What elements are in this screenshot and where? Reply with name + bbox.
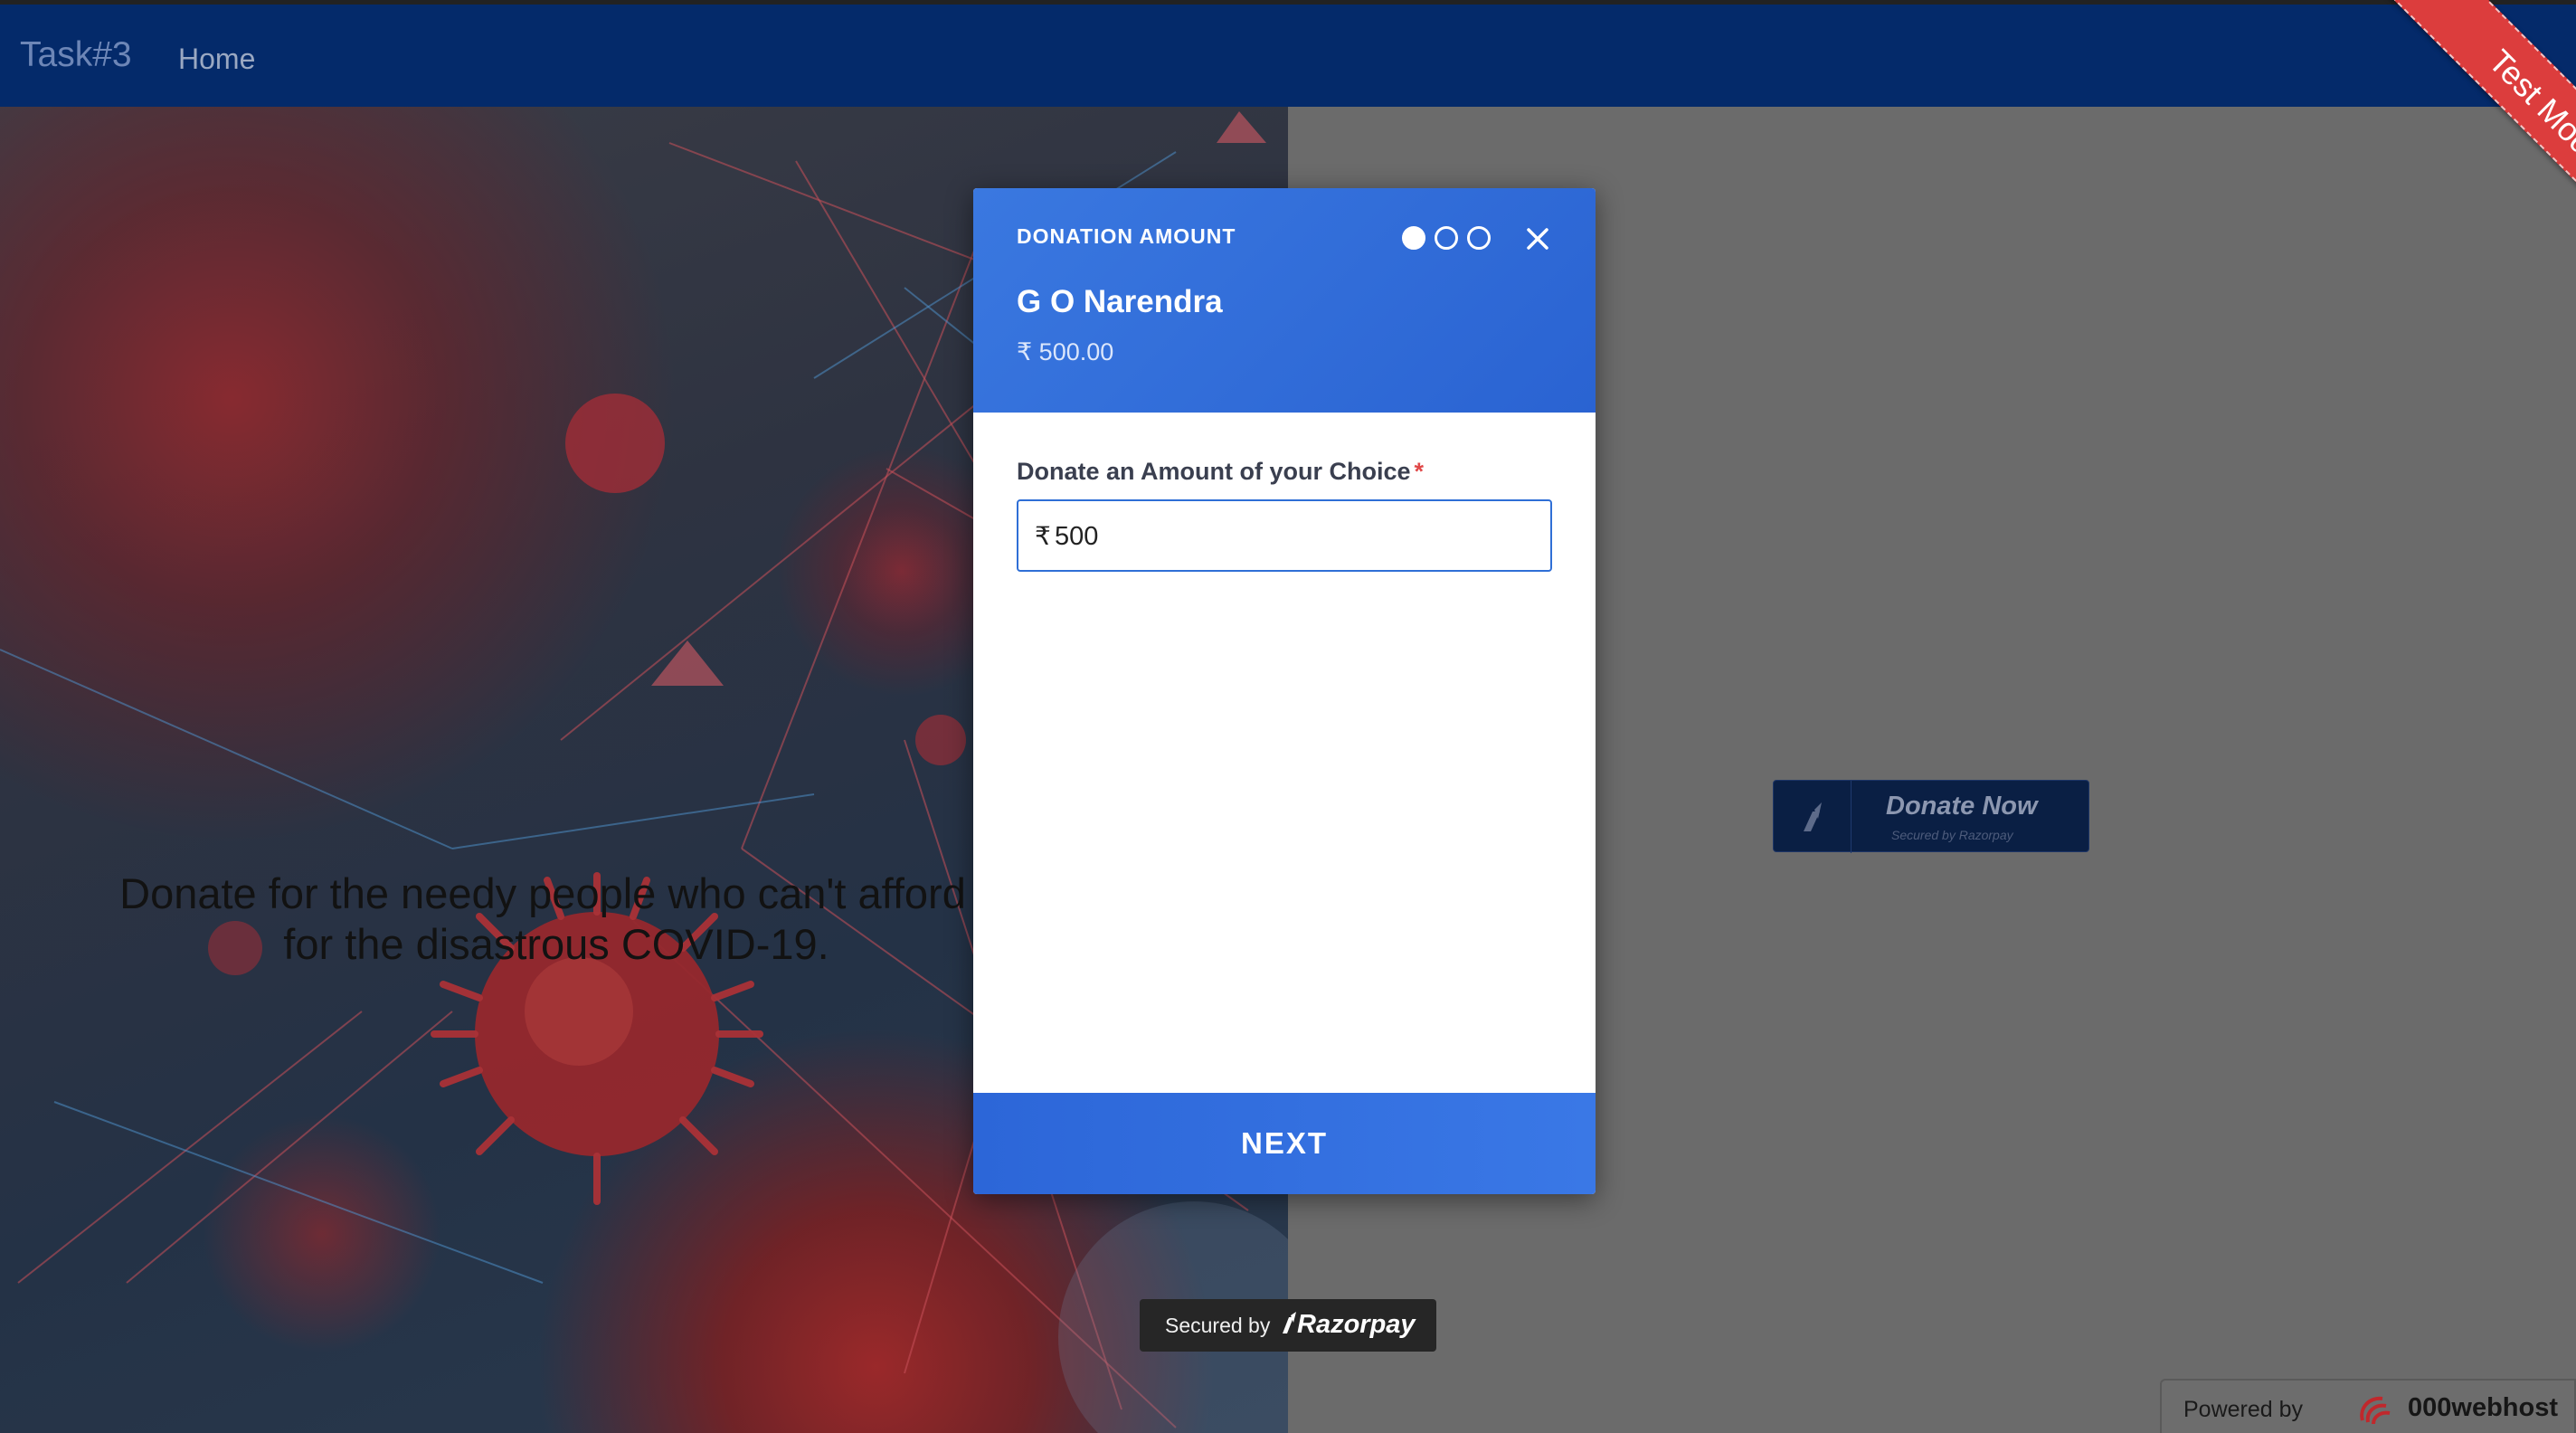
close-icon[interactable] xyxy=(1520,221,1556,257)
brand-logo[interactable]: Task#3 xyxy=(20,35,132,75)
amount-field[interactable]: ₹ xyxy=(1017,499,1552,572)
step-indicator xyxy=(1402,226,1491,250)
step-dot-3 xyxy=(1467,226,1491,250)
amount-input[interactable] xyxy=(1055,514,1525,559)
razorpay-logo: Razorpay xyxy=(1281,1310,1416,1340)
merchant-name: G O Narendra xyxy=(1017,284,1223,319)
powered-by-text: Powered by xyxy=(2183,1397,2304,1422)
secured-by-text: Secured by xyxy=(1165,1314,1271,1337)
hero-heading: Donate for the needy people who can't af… xyxy=(0,868,1085,970)
step-dot-1-active xyxy=(1402,226,1425,250)
donate-now-button[interactable]: Donate Now Secured by Razorpay xyxy=(1773,780,2089,853)
secured-by-badge: Secured by Razorpay xyxy=(1140,1299,1436,1352)
razorpay-brand-text: Razorpay xyxy=(1297,1310,1416,1339)
step-title: DONATION AMOUNT xyxy=(1017,224,1236,248)
amount-field-label: Donate an Amount of your Choice * xyxy=(1017,458,1424,486)
donate-now-label: Donate Now xyxy=(1886,792,2038,821)
required-mark: * xyxy=(1414,458,1425,485)
donate-now-sublabel: Secured by Razorpay xyxy=(1891,828,2013,842)
test-mode-ribbon: Test Mode xyxy=(2384,0,2576,262)
webhost-logo-icon xyxy=(2360,1396,2391,1425)
modal-header: DONATION AMOUNT G O Narendra ₹ 500.00 xyxy=(973,188,1596,413)
razorpay-icon xyxy=(1774,781,1852,853)
razorpay-mark-icon xyxy=(1283,1312,1296,1333)
rupee-icon: ₹ xyxy=(1035,522,1051,550)
next-button[interactable]: NEXT xyxy=(973,1093,1596,1194)
powered-by-badge[interactable]: Powered by 000webhost xyxy=(2160,1379,2576,1433)
hero-heading-line2: for the disastrous COVID-19. xyxy=(283,920,829,968)
powered-by-brand: 000webhost xyxy=(2408,1393,2558,1422)
amount-display: ₹ 500.00 xyxy=(1017,338,1114,365)
nav-link-home[interactable]: Home xyxy=(178,43,255,76)
test-mode-ribbon-container: Test Mode xyxy=(2314,0,2576,262)
navbar: Task#3 Home xyxy=(0,0,2576,107)
amount-field-label-text: Donate an Amount of your Choice xyxy=(1017,458,1411,485)
hero-heading-line1: Donate for the needy people who can't af… xyxy=(119,869,966,917)
step-dot-2 xyxy=(1435,226,1458,250)
checkout-modal: DONATION AMOUNT G O Narendra ₹ 500.00 Do… xyxy=(973,188,1596,1194)
